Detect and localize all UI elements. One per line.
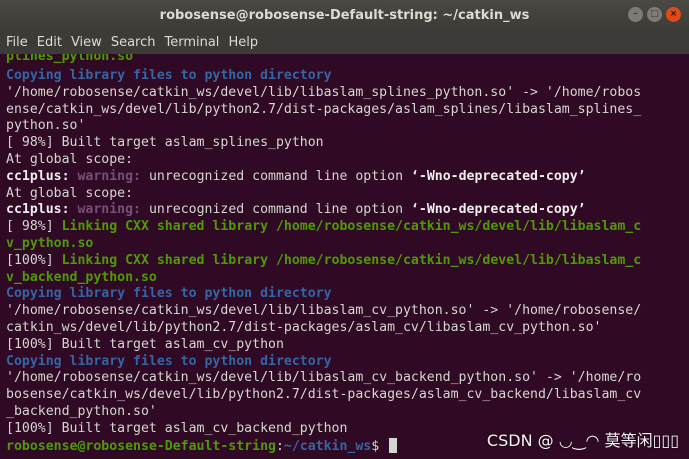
terminal-text: v_backend_python.so xyxy=(6,269,157,285)
terminal-line: '/home/robosense/catkin_ws/devel/lib/lib… xyxy=(6,370,689,387)
terminal-line: At global scope: xyxy=(6,186,689,203)
terminal-line: ense/catkin_ws/devel/lib/python2.7/dist-… xyxy=(6,102,689,119)
terminal-line: _backend_python.so' xyxy=(6,404,689,421)
terminal-output[interactable]: plines_python.so Copying library files to… xyxy=(0,54,689,459)
terminal-line: [100%] Linking CXX shared library /home/… xyxy=(6,253,689,270)
terminal-text: ense/catkin_ws/devel/lib/python2.7/dist-… xyxy=(6,101,642,117)
terminal-text: bosense/catkin_ws/devel/lib/python2.7/di… xyxy=(6,387,642,403)
terminal-text: $ xyxy=(371,438,388,454)
terminal-text: robosense@robosense-Default-string xyxy=(6,438,276,454)
menu-terminal[interactable]: Terminal xyxy=(164,35,219,50)
terminal-text: At global scope: xyxy=(6,151,134,167)
terminal-text: cc1plus: xyxy=(6,202,78,218)
terminal-text: Linking CXX shared library /home/robosen… xyxy=(61,252,642,268)
terminal-line: '/home/robosense/catkin_ws/devel/lib/lib… xyxy=(6,85,689,102)
terminal-line: plines_python.so xyxy=(6,54,689,68)
csdn-watermark: CSDN @ ◡‿◠ 莫等闲▯▯▯ xyxy=(486,431,679,450)
terminal-line: Copying library files to python director… xyxy=(6,68,689,85)
terminal-text: '/home/robosense/catkin_ws/devel/lib/lib… xyxy=(6,370,642,386)
terminal-text: Linking CXX shared library /home/robosen… xyxy=(61,219,642,235)
terminal-text: _backend_python.so' xyxy=(6,403,157,419)
cursor-block xyxy=(389,437,398,453)
terminal-text: ‘-Wno-deprecated-copy’ xyxy=(410,168,586,184)
window-controls: – □ × xyxy=(628,7,681,22)
terminal-text: plines_python.so xyxy=(6,54,134,64)
menu-file[interactable]: File xyxy=(6,35,28,50)
title-bar[interactable]: robosense@robosense-Default-string: ~/ca… xyxy=(0,0,689,30)
terminal-text: ~/catkin_ws xyxy=(283,438,372,454)
terminal-text: '/home/robosense/catkin_ws/devel/lib/lib… xyxy=(6,84,642,100)
menu-search[interactable]: Search xyxy=(111,35,156,50)
close-button[interactable]: × xyxy=(666,7,681,22)
maximize-button[interactable]: □ xyxy=(647,7,662,22)
terminal-text: Copying library files to python director… xyxy=(6,286,332,302)
minimize-icon: – xyxy=(633,9,638,19)
terminal-line: catkin_ws/devel/lib/python2.7/dist-packa… xyxy=(6,320,689,337)
terminal-text: unrecognized command line option xyxy=(148,202,411,218)
terminal-text: '/home/robosense/catkin_ws/devel/lib/lib… xyxy=(6,303,642,319)
terminal-text: ‘-Wno-deprecated-copy’ xyxy=(410,202,586,218)
minimize-button[interactable]: – xyxy=(628,7,643,22)
terminal-line: v_python.so xyxy=(6,236,689,253)
terminal-text: v_python.so xyxy=(6,235,94,251)
terminal-text: At global scope: xyxy=(6,185,134,201)
terminal-text: [ 98%] Built target aslam_splines_python xyxy=(6,135,324,151)
terminal-line: Copying library files to python director… xyxy=(6,286,689,303)
terminal-line: cc1plus: warning: unrecognized command l… xyxy=(6,169,689,186)
terminal-line: v_backend_python.so xyxy=(6,270,689,287)
terminal-line: [ 98%] Built target aslam_splines_python xyxy=(6,135,689,152)
terminal-text: cc1plus: xyxy=(6,168,78,184)
terminal-text: : xyxy=(275,438,284,454)
terminal-text: warning: xyxy=(77,168,149,184)
terminal-text: [100%] Built target aslam_cv_python xyxy=(6,336,284,352)
terminal-line: python.so' xyxy=(6,118,689,135)
terminal-line: [100%] Built target aslam_cv_python xyxy=(6,337,689,354)
maximize-icon: □ xyxy=(650,9,659,19)
terminal-line: [ 98%] Linking CXX shared library /home/… xyxy=(6,219,689,236)
terminal-text: warning: xyxy=(77,202,149,218)
menu-edit[interactable]: Edit xyxy=(37,35,62,50)
terminal-window: robosense@robosense-Default-string: ~/ca… xyxy=(0,0,689,459)
terminal-text: [100%] xyxy=(6,252,62,268)
terminal-line: cc1plus: warning: unrecognized command l… xyxy=(6,202,689,219)
menu-bar: File Edit View Search Terminal Help xyxy=(0,30,689,54)
menu-help[interactable]: Help xyxy=(228,35,258,50)
terminal-text: unrecognized command line option xyxy=(148,168,411,184)
close-icon: × xyxy=(669,9,678,19)
terminal-line: Copying library files to python director… xyxy=(6,354,689,371)
menu-view[interactable]: View xyxy=(71,35,102,50)
terminal-line: bosense/catkin_ws/devel/lib/python2.7/di… xyxy=(6,387,689,404)
window-title: robosense@robosense-Default-string: ~/ca… xyxy=(159,7,530,23)
terminal-line: At global scope: xyxy=(6,152,689,169)
terminal-text: Copying library files to python director… xyxy=(6,68,332,83)
terminal-text: [100%] Built target aslam_cv_backend_pyt… xyxy=(6,420,348,436)
terminal-text: Copying library files to python director… xyxy=(6,353,332,369)
terminal-line: '/home/robosense/catkin_ws/devel/lib/lib… xyxy=(6,303,689,320)
terminal-text: catkin_ws/devel/lib/python2.7/dist-packa… xyxy=(6,319,602,335)
terminal-text: [ 98%] xyxy=(6,219,62,235)
terminal-text: python.so' xyxy=(6,118,86,134)
